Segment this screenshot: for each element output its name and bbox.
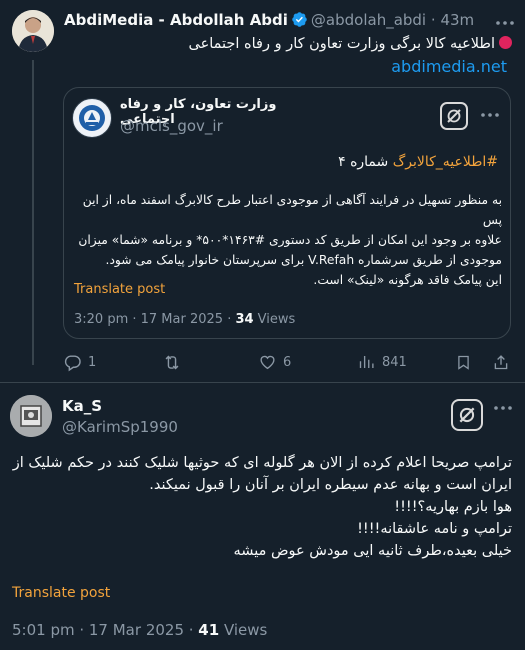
tweet-time[interactable]: 43m	[440, 11, 474, 29]
tweet-text: ترامپ صریحا اعلام کرده از الان هر گلوله …	[12, 452, 512, 562]
avatar-photo-icon	[10, 395, 52, 437]
author-name[interactable]: AbdiMedia - Abdollah Abdi	[64, 11, 288, 29]
quoted-metadata: 3:20 pm · 17 Mar 2025 · 34 Views	[74, 312, 295, 327]
grok-icon[interactable]	[451, 399, 483, 431]
bookmark-icon	[458, 355, 469, 370]
tweet-text-line: ایران است و بهانه عدم سیطره ایران بر آنا…	[149, 477, 512, 493]
quoted-author-handle[interactable]: @mcls_gov_ir	[120, 117, 223, 135]
author-handle[interactable]: @KarimSp1990	[62, 418, 178, 436]
quoted-more-options-button[interactable]	[476, 105, 504, 125]
share-icon	[494, 354, 508, 369]
more-dots-icon	[481, 113, 499, 117]
quoted-title: #اطلاعیه_کالابرگ شماره ۴	[338, 154, 498, 170]
verified-badge-icon	[291, 11, 308, 32]
heart-icon	[260, 355, 275, 370]
quoted-tweet-card[interactable]: وزارت تعاون، کار و رفاه اجتماعی @mcls_go…	[63, 87, 511, 339]
tweet-link[interactable]: abdimedia.net	[64, 56, 507, 78]
like-count: 6	[283, 354, 292, 370]
reply-icon	[64, 354, 81, 371]
ministry-emblem-icon	[74, 100, 110, 136]
red-circle-emoji-icon	[499, 36, 512, 49]
tweet-text-line: ترامپ صریحا اعلام کرده از الان هر گلوله …	[12, 455, 512, 471]
separator-dot: ·	[430, 11, 436, 29]
tweet-text-line: ترامپ و نامه عاشقانه!!!!	[357, 521, 512, 537]
author-name[interactable]: Ka_S	[62, 397, 102, 415]
translate-post-link[interactable]: Translate post	[12, 585, 110, 601]
quoted-body: به منظور تسهیل در فرایند آگاهی از موجودی…	[74, 190, 502, 290]
author-avatar[interactable]	[10, 395, 52, 437]
quoted-author-avatar[interactable]	[72, 98, 112, 138]
tweet-text-content: اطلاعیه کالا برگی وزارت تعاون کار و رفاه…	[188, 36, 495, 52]
quoted-timestamp[interactable]: 3:20 pm · 17 Mar 2025 ·	[74, 312, 235, 327]
quoted-body-line: به منظور تسهیل در فرایند آگاهی از موجودی…	[82, 193, 502, 227]
bookmark-button[interactable]	[455, 352, 472, 372]
grok-icon[interactable]	[440, 102, 468, 130]
tweet-metadata: 5:01 pm · 17 Mar 2025 · 41 Views	[12, 621, 267, 639]
author-handle[interactable]: @abdolah_abdi	[311, 11, 426, 29]
thread-connector-line	[32, 60, 34, 365]
views-chart-icon	[359, 356, 374, 368]
quoted-views-label: Views	[253, 312, 296, 327]
views-count: 841	[382, 354, 407, 370]
tweet-text-line: خیلی بعیده،طرف ثانیه ایی مودش عوض میشه	[233, 543, 512, 559]
quoted-body-line: علاوه بر وجود این امکان از طریق کد دستور…	[78, 233, 502, 247]
tweet-header: AbdiMedia - Abdollah Abdi @abdolah_abdi ·…	[64, 11, 484, 33]
avatar-photo-icon	[12, 10, 54, 52]
quoted-hashtag[interactable]: #اطلاعیه_کالابرگ	[393, 154, 498, 170]
more-options-button[interactable]	[491, 13, 519, 33]
repost-button[interactable]	[162, 352, 188, 372]
like-button[interactable]: 6	[258, 352, 291, 372]
more-options-button[interactable]	[489, 398, 517, 418]
tweet-divider	[0, 382, 525, 383]
reply-button[interactable]: 1	[63, 352, 96, 372]
more-dots-icon	[496, 21, 514, 25]
repost-icon	[165, 355, 179, 369]
quoted-views-count: 34	[235, 312, 254, 327]
share-button[interactable]	[492, 352, 510, 372]
tweet-text-line: هوا بازم بهاریه؟!!!!	[394, 499, 512, 515]
reply-count: 1	[88, 354, 97, 370]
tweet-text: اطلاعیه کالا برگی وزارت تعاون کار و رفاه…	[64, 34, 512, 55]
views-label: Views	[219, 621, 268, 639]
quoted-translate-link[interactable]: Translate post	[74, 282, 165, 297]
author-avatar[interactable]	[12, 10, 54, 52]
tweet-timestamp[interactable]: 5:01 pm · 17 Mar 2025 ·	[12, 621, 198, 639]
quoted-title-rest: شماره ۴	[338, 154, 393, 170]
views-button[interactable]: 841	[357, 352, 407, 372]
views-count: 41	[198, 621, 220, 639]
more-dots-icon	[494, 406, 512, 410]
quoted-body-line: موجودی از طریق سرشماره V.Refah برای سرپر…	[105, 253, 502, 267]
